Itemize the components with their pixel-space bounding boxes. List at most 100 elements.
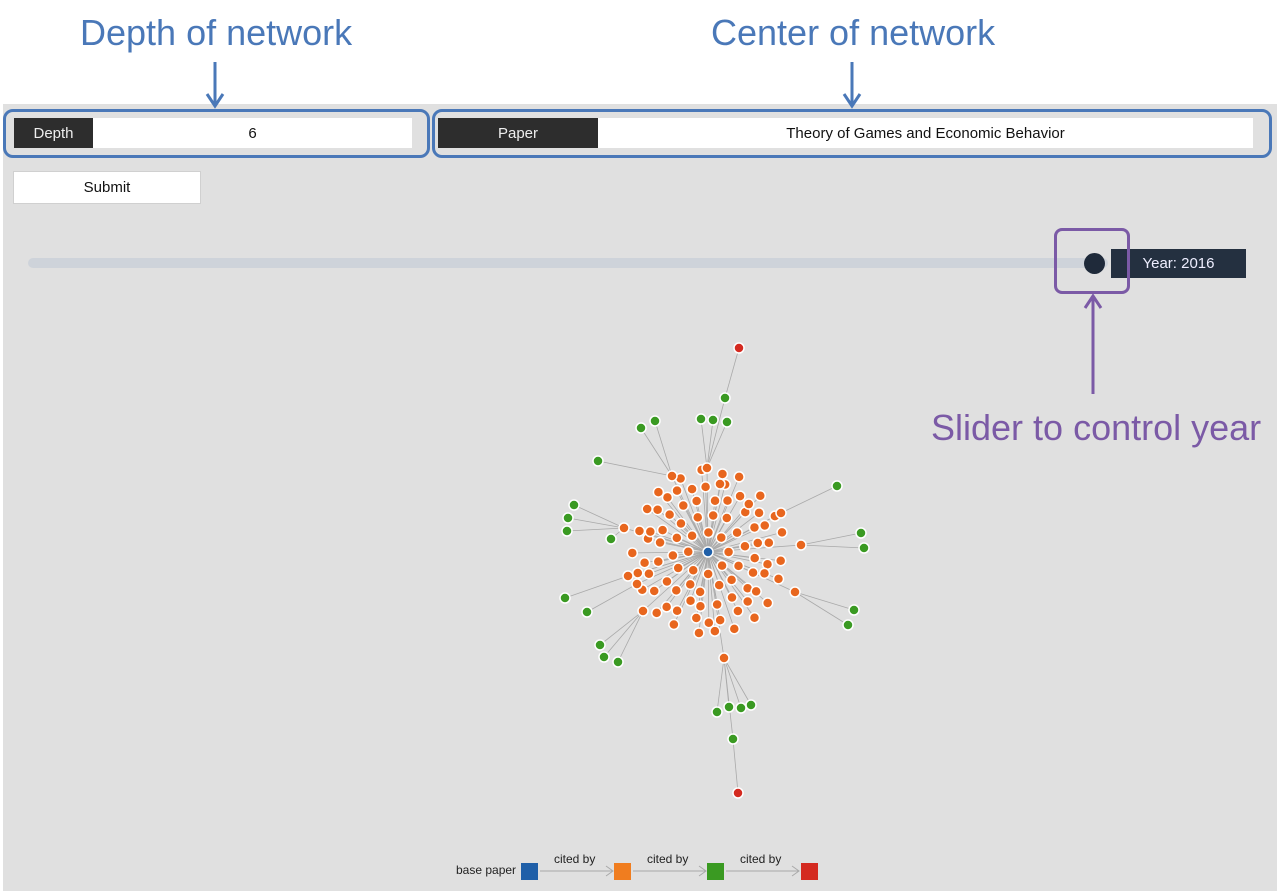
level1-node[interactable] <box>648 585 660 597</box>
level2-node[interactable] <box>581 606 593 618</box>
level1-node[interactable] <box>709 625 721 637</box>
level1-node[interactable] <box>693 627 705 639</box>
level1-node[interactable] <box>795 539 807 551</box>
level1-node[interactable] <box>671 604 683 617</box>
level1-node[interactable] <box>722 546 735 558</box>
level1-node[interactable] <box>684 578 697 591</box>
level1-node[interactable] <box>638 556 651 569</box>
level2-node[interactable] <box>721 416 733 428</box>
level1-node[interactable] <box>672 562 684 574</box>
level1-node[interactable] <box>702 526 715 539</box>
level1-node[interactable] <box>721 494 734 507</box>
level1-node[interactable] <box>752 537 764 549</box>
level2-node[interactable] <box>719 392 731 404</box>
level2-node[interactable] <box>711 706 723 718</box>
level2-node[interactable] <box>568 499 580 511</box>
level1-node[interactable] <box>754 489 767 502</box>
level2-node[interactable] <box>635 422 647 434</box>
level2-node[interactable] <box>605 533 617 545</box>
level1-node[interactable] <box>774 554 787 567</box>
level2-node[interactable] <box>727 733 739 745</box>
level1-node[interactable] <box>761 597 774 609</box>
level2-node[interactable] <box>649 415 661 427</box>
level1-node[interactable] <box>714 478 726 490</box>
level1-node[interactable] <box>750 585 762 598</box>
level1-node[interactable] <box>759 519 771 532</box>
level1-node[interactable] <box>728 623 741 635</box>
level1-node[interactable] <box>694 586 706 598</box>
level1-node[interactable] <box>641 503 653 515</box>
level1-node[interactable] <box>732 560 745 572</box>
level1-node[interactable] <box>643 568 655 580</box>
level1-node[interactable] <box>743 498 755 510</box>
level1-node[interactable] <box>711 598 723 611</box>
level1-node[interactable] <box>731 526 743 539</box>
level1-node[interactable] <box>775 507 787 519</box>
level1-node[interactable] <box>732 605 744 617</box>
level1-node[interactable] <box>694 600 707 613</box>
level1-node[interactable] <box>675 517 687 530</box>
level1-node[interactable] <box>687 564 699 576</box>
level1-node[interactable] <box>656 524 669 536</box>
level1-node[interactable] <box>631 578 643 590</box>
level1-node[interactable] <box>668 618 680 631</box>
level1-node[interactable] <box>667 549 679 562</box>
level1-node[interactable] <box>632 567 644 579</box>
level3-node[interactable] <box>733 342 745 354</box>
level1-node[interactable] <box>753 507 765 519</box>
level1-node[interactable] <box>671 484 683 497</box>
level1-node[interactable] <box>666 470 678 482</box>
level1-node[interactable] <box>716 559 728 572</box>
level1-node[interactable] <box>618 522 630 534</box>
level1-node[interactable] <box>637 605 649 617</box>
level1-node[interactable] <box>701 462 713 474</box>
level1-node[interactable] <box>707 509 719 522</box>
level2-node[interactable] <box>723 701 735 713</box>
level1-node[interactable] <box>684 595 697 607</box>
level1-node[interactable] <box>739 540 751 553</box>
level1-node[interactable] <box>725 574 738 586</box>
level2-node[interactable] <box>612 656 624 668</box>
level1-node[interactable] <box>714 614 726 626</box>
level1-node[interactable] <box>677 499 690 512</box>
level1-node[interactable] <box>789 586 801 598</box>
level2-node[interactable] <box>745 699 757 711</box>
level1-node[interactable] <box>776 526 788 539</box>
level1-node[interactable] <box>670 584 683 597</box>
level1-node[interactable] <box>772 573 785 585</box>
level1-node[interactable] <box>671 532 683 544</box>
level1-node[interactable] <box>651 503 664 516</box>
level2-node[interactable] <box>848 604 860 616</box>
level2-node[interactable] <box>598 651 610 663</box>
level1-node[interactable] <box>644 525 657 538</box>
level1-node[interactable] <box>741 595 754 608</box>
level1-node[interactable] <box>652 486 665 498</box>
level1-node[interactable] <box>690 612 703 624</box>
level1-node[interactable] <box>660 601 673 613</box>
level1-node[interactable] <box>733 471 745 483</box>
level1-node[interactable] <box>633 525 646 537</box>
level1-node[interactable] <box>622 570 634 582</box>
level1-node[interactable] <box>716 468 729 480</box>
level1-node[interactable] <box>654 536 666 549</box>
level1-node[interactable] <box>682 545 695 558</box>
level2-node[interactable] <box>561 525 573 537</box>
level1-node[interactable] <box>721 512 733 524</box>
level1-node[interactable] <box>691 511 704 524</box>
level1-node[interactable] <box>726 591 738 604</box>
level1-node[interactable] <box>702 568 714 580</box>
level2-node[interactable] <box>562 512 574 524</box>
level1-node[interactable] <box>709 495 721 507</box>
level1-node[interactable] <box>748 612 761 624</box>
level1-node[interactable] <box>758 567 771 580</box>
level2-node[interactable] <box>831 480 843 492</box>
level1-node[interactable] <box>686 530 698 542</box>
level2-node[interactable] <box>858 542 870 554</box>
level2-node[interactable] <box>559 592 571 604</box>
level1-node[interactable] <box>713 579 725 591</box>
level2-node[interactable] <box>707 414 719 426</box>
level1-node[interactable] <box>734 490 746 502</box>
level1-node[interactable] <box>699 481 712 493</box>
level2-node[interactable] <box>592 455 604 467</box>
citation-network-graph[interactable]: base paper cited by cited by cited by <box>0 0 1280 893</box>
